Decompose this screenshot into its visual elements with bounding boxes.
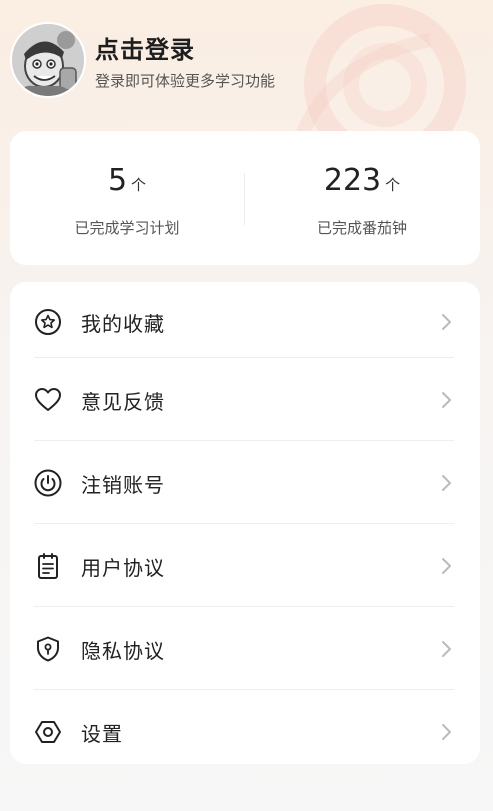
menu-item-label: 设置 [81,722,123,746]
chevron-right-icon [442,724,451,740]
stat-completed-plans[interactable]: 5个 已完成学习计划 [10,131,244,265]
star-circle-icon [35,309,61,335]
profile-header[interactable]: 点击登录 登录即可体验更多学习功能 [10,22,480,100]
menu-divider [34,523,454,524]
stat-label: 已完成番茄钟 [316,219,407,237]
login-subtitle: 登录即可体验更多学习功能 [95,72,276,90]
power-icon [34,469,62,497]
menu-item-delete-account[interactable]: 注销账号 [10,443,480,523]
menu-divider [34,606,454,607]
chevron-right-icon [442,641,451,657]
menu-item-settings[interactable]: 设置 [10,692,480,772]
stat-completed-pomodoros[interactable]: 223 个 已完成番茄钟 [245,131,479,265]
menu-item-label: 用户协议 [81,556,165,580]
stats-card: 5个 已完成学习计划 223 个 已完成番茄钟 [10,131,480,265]
cartoon-avatar-icon [12,24,84,96]
stat-unit: 个 [385,176,401,194]
menu-item-label: 注销账号 [81,473,165,497]
menu-divider [34,689,454,690]
menu-item-feedback[interactable]: 意见反馈 [10,360,480,440]
avatar[interactable] [10,22,86,98]
chevron-right-icon [442,558,451,574]
heart-icon [35,388,61,411]
stat-unit: 个 [131,176,147,194]
stat-value: 5 [107,163,128,198]
menu-item-label: 隐私协议 [81,639,165,663]
chevron-right-icon [442,475,451,491]
hexagon-settings-icon [35,721,61,743]
stat-value: 223 [323,163,382,198]
chevron-right-icon [442,314,451,330]
menu-item-label: 我的收藏 [81,312,165,336]
menu-item-privacy-policy[interactable]: 隐私协议 [10,609,480,689]
clipboard-icon [38,553,58,579]
shield-icon [37,636,59,662]
menu-card: 我的收藏 意见反馈 注销账号 用户协议 隐私协议 设置 [10,282,480,764]
chevron-right-icon [442,392,451,408]
stat-label: 已完成学习计划 [74,219,180,237]
menu-item-user-agreement[interactable]: 用户协议 [10,526,480,606]
menu-divider [34,357,454,358]
menu-divider [34,440,454,441]
menu-item-favorites[interactable]: 我的收藏 [10,282,480,362]
menu-item-label: 意见反馈 [81,390,165,414]
login-title[interactable]: 点击登录 [95,30,195,65]
